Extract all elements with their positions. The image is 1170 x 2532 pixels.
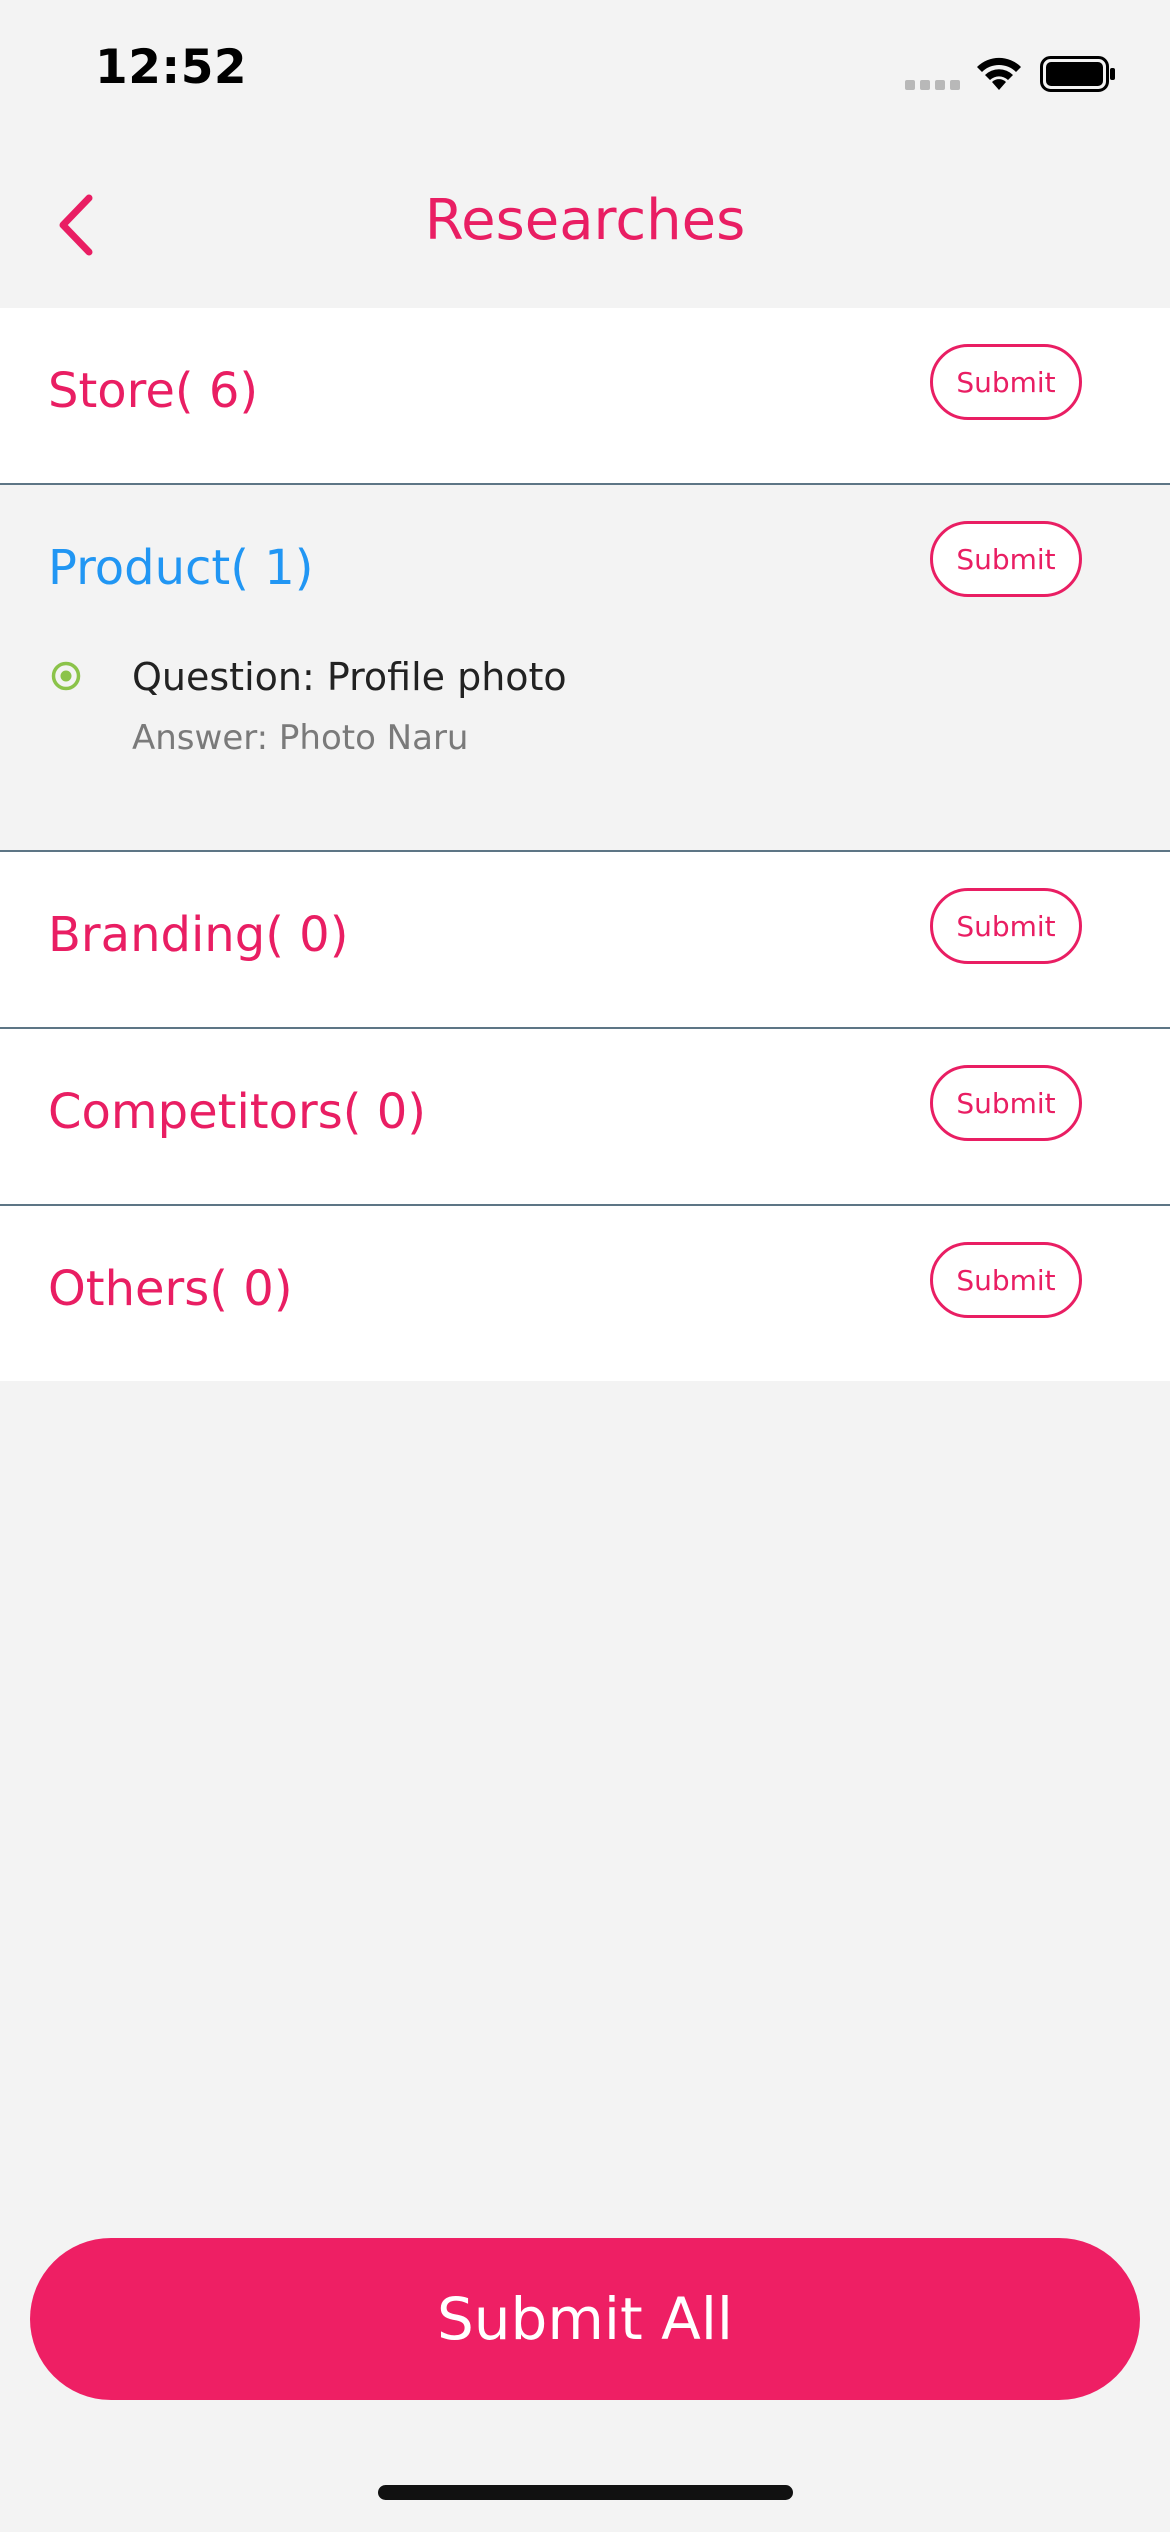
submit-button-product[interactable]: Submit	[930, 521, 1082, 597]
section-header[interactable]: Others( 0) Submit	[0, 1206, 1170, 1381]
answer-text: Answer: Photo Naru	[132, 718, 469, 758]
question-text: Question: Profile photo	[132, 655, 567, 699]
submit-button-store[interactable]: Submit	[930, 344, 1082, 420]
section-title: Competitors( 0)	[48, 1084, 426, 1140]
section-header[interactable]: Store( 6) Submit	[0, 308, 1170, 483]
section-product: Product( 1) Submit Question: Profile pho…	[0, 485, 1170, 852]
section-competitors: Competitors( 0) Submit	[0, 1029, 1170, 1206]
status-time: 12:52	[95, 40, 248, 95]
section-header[interactable]: Product( 1) Submit	[0, 485, 1170, 660]
section-branding: Branding( 0) Submit	[0, 852, 1170, 1029]
battery-icon	[1040, 56, 1115, 92]
researches-screen: 12:52 Researches Store(6) Submit Produc…	[0, 0, 1170, 2532]
submit-button-others[interactable]: Submit	[930, 1242, 1082, 1318]
navigation-bar: Researches	[0, 150, 1170, 308]
section-title: Others( 0)	[48, 1261, 293, 1317]
list-item[interactable]: Question: Profile photo Answer: Photo Na…	[0, 655, 1170, 850]
section-title: Product( 1)	[48, 540, 314, 596]
section-header[interactable]: Competitors( 0) Submit	[0, 1029, 1170, 1204]
section-header[interactable]: Branding( 0) Submit	[0, 852, 1170, 1027]
section-title: Branding( 0)	[48, 907, 349, 963]
submit-button-branding[interactable]: Submit	[930, 888, 1082, 964]
research-section-list: Store( 6) Submit Product( 1) Submit Ques…	[0, 308, 1170, 1381]
home-indicator[interactable]	[378, 2485, 793, 2500]
submit-button-competitors[interactable]: Submit	[930, 1065, 1082, 1141]
section-others: Others( 0) Submit	[0, 1206, 1170, 1381]
section-title: Store( 6)	[48, 363, 259, 419]
wifi-icon	[977, 57, 1021, 90]
status-bar: 12:52	[0, 0, 1170, 150]
radio-selected-icon	[51, 661, 81, 691]
section-store: Store( 6) Submit	[0, 308, 1170, 485]
submit-all-button[interactable]: Submit All	[30, 2238, 1140, 2400]
page-title: Researches	[424, 188, 746, 253]
cellular-signal-icon	[905, 80, 960, 90]
